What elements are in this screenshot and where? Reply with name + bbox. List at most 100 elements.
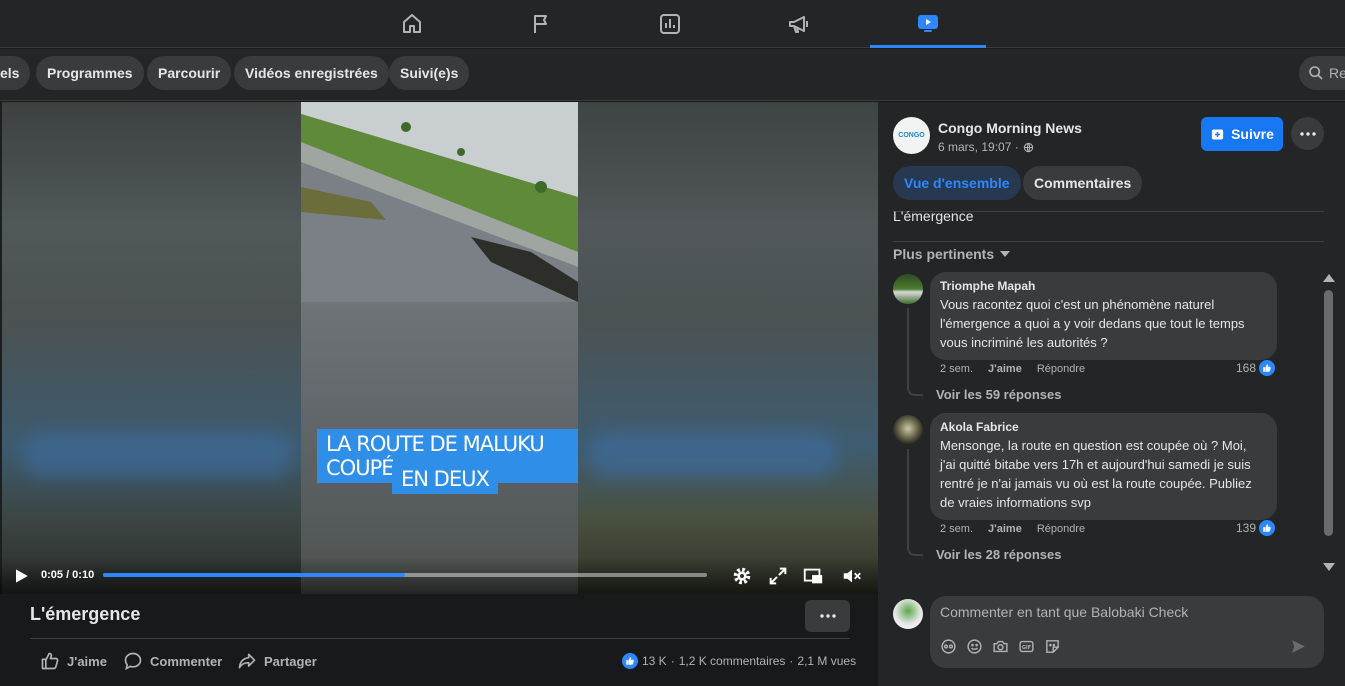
tab-chip-reels[interactable]: els: [0, 56, 31, 90]
comment-input[interactable]: Commenter en tant que Balobaki Check: [940, 604, 1188, 620]
comment-time[interactable]: 2 sem.: [940, 363, 973, 375]
megaphone-icon: [789, 16, 808, 33]
comment-reaction-count[interactable]: 168: [1236, 360, 1276, 376]
tab-chip-following[interactable]: Suivi(e)s: [389, 56, 470, 90]
search-input[interactable]: Re: [1299, 56, 1345, 90]
video-progress-fill: [103, 573, 405, 577]
share-icon: [238, 653, 256, 669]
play-icon[interactable]: [11, 566, 31, 586]
tab-chip-saved-videos[interactable]: Vidéos enregistrées: [234, 56, 389, 90]
top-navigation: [0, 0, 1345, 48]
follow-label: Suivre: [1231, 126, 1274, 142]
thread-connector: [907, 449, 923, 556]
comment-like-button[interactable]: J'aime: [988, 363, 1022, 375]
stats-separator: ·: [789, 654, 794, 668]
comment-reply-button[interactable]: Répondre: [1037, 363, 1085, 375]
comment-author[interactable]: Triomphe Mapah: [940, 279, 1265, 293]
follow-icon: [1211, 129, 1224, 139]
comment-text: Mensonge, la route en question est coupé…: [940, 438, 1252, 510]
video-more-button[interactable]: [805, 600, 850, 632]
search-text: Re: [1329, 65, 1345, 81]
scroll-up-icon[interactable]: [1323, 274, 1335, 282]
comments-scrollbar[interactable]: [1321, 270, 1335, 576]
home-icon: [403, 14, 421, 33]
video-player[interactable]: LA ROUTE DE MALUKU COUPÉ EN DEUX 0:05 / …: [0, 102, 878, 594]
nav-insights[interactable]: [612, 0, 728, 48]
comment-sort-dropdown[interactable]: Plus pertinents: [893, 246, 1011, 262]
tab-comments[interactable]: Commentaires: [1023, 166, 1143, 200]
divider: [893, 241, 1324, 242]
comment-composer[interactable]: Commenter en tant que Balobaki Check GIF: [930, 596, 1324, 668]
stats-separator: ·: [670, 654, 675, 668]
comment-author[interactable]: Akola Fabrice: [940, 420, 1265, 434]
like-reaction-icon: [1259, 360, 1276, 376]
more-dots-icon: [819, 614, 836, 618]
video-frame: LA ROUTE DE MALUKU COUPÉ EN DEUX: [301, 102, 578, 594]
emoji-icon[interactable]: [966, 638, 983, 655]
video-progress-bar[interactable]: [103, 573, 707, 577]
like-reaction-icon: [1259, 520, 1276, 536]
send-icon[interactable]: [1290, 638, 1307, 655]
post-date-text[interactable]: 6 mars, 19:07 ·: [938, 140, 1019, 154]
nav-video[interactable]: [870, 0, 986, 48]
avatar[interactable]: [893, 415, 923, 445]
tab-chip-parcourir[interactable]: Parcourir: [147, 56, 232, 90]
comments-count[interactable]: 1,2 K commentaires: [679, 654, 786, 668]
view-replies-link[interactable]: Voir les 28 réponses: [936, 547, 1062, 562]
video-blur-left: [2, 102, 301, 594]
post-date: 6 mars, 19:07 ·: [938, 140, 1034, 154]
divider: [30, 638, 850, 639]
like-label: J'aime: [67, 653, 107, 669]
video-time: 0:05 / 0:10: [41, 569, 95, 581]
mute-icon[interactable]: [841, 565, 863, 587]
chart-icon: [660, 14, 680, 34]
comment-like-button[interactable]: J'aime: [988, 523, 1022, 535]
video-caption-line2: EN DEUX: [392, 464, 498, 494]
sort-label: Plus pertinents: [893, 246, 995, 262]
engagement-stats: 13 K · 1,2 K commentaires · 2,1 M vues: [622, 653, 856, 669]
picture-in-picture-icon[interactable]: [802, 565, 824, 587]
like-reaction-icon: [622, 653, 638, 669]
camera-icon[interactable]: [992, 638, 1009, 655]
comment-label: Commenter: [150, 653, 223, 669]
post-more-button[interactable]: [1291, 117, 1324, 150]
sticker-icon[interactable]: [1044, 638, 1061, 655]
views-count: 2,1 M vues: [797, 654, 857, 668]
like-button[interactable]: J'aime: [40, 651, 107, 671]
video-scene: [301, 102, 578, 302]
scroll-down-icon[interactable]: [1323, 563, 1335, 571]
gear-icon[interactable]: [731, 565, 753, 587]
tab-chip-programmes[interactable]: Programmes: [36, 56, 144, 90]
scrollbar-thumb[interactable]: [1324, 290, 1333, 536]
nav-ads[interactable]: [741, 0, 857, 48]
page-avatar[interactable]: CONGO: [893, 117, 930, 154]
comment-meta: 2 sem. J'aime Répondre: [940, 363, 1085, 375]
comment-time[interactable]: 2 sem.: [940, 523, 973, 535]
follow-button[interactable]: Suivre: [1201, 117, 1283, 151]
flag-icon: [534, 15, 547, 33]
page-logo-text: CONGO: [898, 132, 925, 139]
share-button[interactable]: Partager: [237, 651, 317, 671]
comment-bubble: Akola Fabrice Mensonge, la route en ques…: [930, 413, 1277, 520]
search-icon: [1309, 66, 1323, 80]
gif-icon[interactable]: GIF: [1018, 638, 1035, 655]
page-name[interactable]: Congo Morning News: [938, 120, 1082, 136]
avatar-sticker-icon[interactable]: [940, 638, 957, 655]
likes-count[interactable]: 13 K: [642, 654, 667, 668]
comment-reply-button[interactable]: Répondre: [1037, 523, 1085, 535]
comment-reaction-count[interactable]: 139: [1236, 520, 1276, 536]
avatar[interactable]: [893, 274, 923, 304]
nav-pages[interactable]: [483, 0, 599, 48]
post-panel: CONGO Congo Morning News 6 mars, 19:07 ·…: [878, 102, 1345, 686]
comment-meta: 2 sem. J'aime Répondre: [940, 523, 1085, 535]
comment-button[interactable]: Commenter: [123, 651, 222, 671]
comment-bubble: Triomphe Mapah Vous racontez quoi c'est …: [930, 272, 1277, 360]
view-replies-link[interactable]: Voir les 59 réponses: [936, 387, 1062, 402]
globe-icon: [1023, 142, 1033, 152]
nav-home[interactable]: [354, 0, 470, 48]
video-blur-right: [578, 102, 878, 594]
tab-overview[interactable]: Vue d'ensemble: [893, 166, 1021, 200]
current-user-avatar[interactable]: [893, 599, 923, 629]
fullscreen-icon[interactable]: [767, 565, 789, 587]
chevron-down-icon: [1000, 251, 1011, 257]
